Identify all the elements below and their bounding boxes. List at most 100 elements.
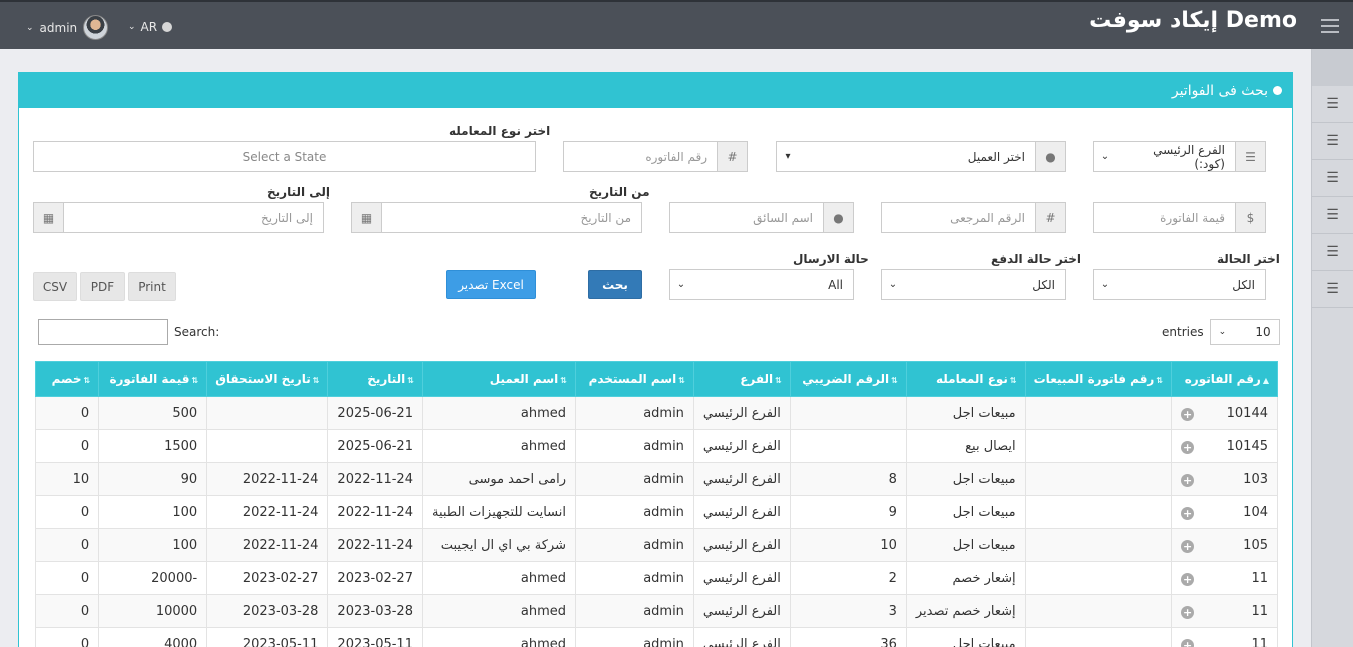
cell-value: ahmed xyxy=(520,438,566,454)
expand-row-icon[interactable]: + xyxy=(1181,605,1195,619)
column-header-label: رقم فاتورة المبيعات xyxy=(1033,372,1155,386)
table-search-input[interactable] xyxy=(38,319,168,345)
table-cell: 2023-03-28 xyxy=(327,594,423,628)
transaction-type-select[interactable]: Select a State xyxy=(33,141,536,172)
table-row[interactable]: 0 100 2022-11-24 2022-11-24 شركة بي اي ال اي… xyxy=(34,528,1278,562)
cell-value: admin xyxy=(643,570,684,586)
table-row[interactable]: 10 90 2022-11-24 2022-11-24 رامى احمد موسى ad… xyxy=(34,462,1278,496)
table-cell: إشعار خصم تصدير xyxy=(905,594,1026,628)
cell-value: admin xyxy=(643,405,684,421)
chevron-down-icon: ⌄ xyxy=(676,279,686,290)
cell-value: 2023-05-11 xyxy=(242,636,319,647)
sidebar-item-3[interactable]: ☰ xyxy=(1312,160,1353,197)
chevron-down-icon: ▾ xyxy=(785,151,791,162)
expand-row-icon[interactable]: + xyxy=(1181,572,1195,586)
reference-number-input[interactable]: الرقم المرجعى # xyxy=(881,202,1066,233)
table-cell: ahmed xyxy=(421,561,577,595)
expand-row-icon[interactable]: + xyxy=(1181,407,1195,421)
table-cell: ahmed xyxy=(421,429,577,463)
payment-status-value: الكل xyxy=(1032,277,1055,292)
table-row[interactable]: 0 20000- 2023-02-27 2023-02-27 ahmed admin الف… xyxy=(34,561,1278,595)
status-select[interactable]: ⌄ الكل xyxy=(1093,269,1266,300)
driver-name-input[interactable]: اسم السائق ● xyxy=(669,202,854,233)
chevron-down-icon: ⌄ xyxy=(26,22,34,33)
table-row[interactable]: 0 4000 2023-05-11 2023-05-11 ahmed admin الفرع… xyxy=(34,627,1278,647)
send-status-label: حالة الارسال xyxy=(793,252,869,266)
expand-row-icon[interactable]: + xyxy=(1181,440,1195,454)
cell-value: 10 xyxy=(880,537,897,553)
table-cell xyxy=(1024,528,1173,562)
print-button[interactable]: Print xyxy=(128,272,176,301)
sidebar-header xyxy=(1312,49,1353,86)
cell-value: مبيعات اجل xyxy=(952,405,1016,421)
column-header[interactable]: نوع المعامله ⇅ xyxy=(905,361,1026,397)
csv-button[interactable]: CSV xyxy=(33,272,77,301)
to-date-input[interactable]: ▦ إلى التاريخ xyxy=(33,202,324,233)
cell-value: إشعار خصم تصدير xyxy=(915,603,1016,619)
language-switcher[interactable]: ⌄ AR xyxy=(128,20,173,34)
cell-value: 9 xyxy=(888,504,897,520)
column-header[interactable]: تاريخ الاستحقاق ⇅ xyxy=(206,361,329,397)
entries-control: entries ⌄ 10 xyxy=(1162,319,1280,345)
cell-value: انسايت للتجهيزات الطبية xyxy=(431,504,566,520)
column-header[interactable]: قيمة الفاتورة ⇅ xyxy=(98,361,208,397)
branch-select[interactable]: ⌄ الفرع الرئيسي (كود:) ☰ xyxy=(1093,141,1266,172)
cell-value: الفرع الرئيسي xyxy=(702,570,781,586)
column-header[interactable]: رقم فاتورة المبيعات ⇅ xyxy=(1024,361,1173,397)
payment-status-select[interactable]: ⌄ الكل xyxy=(881,269,1066,300)
cell-value: الفرع الرئيسي xyxy=(702,504,781,520)
column-header[interactable]: الرقم الضريبي ⇅ xyxy=(789,361,907,397)
hamburger-menu-icon[interactable] xyxy=(1321,19,1339,33)
invoice-number-input[interactable]: رقم الفاتوره # xyxy=(563,141,748,172)
cell-value: 10000 xyxy=(155,603,198,619)
table-row[interactable]: 0 1500 2025-06-21 ahmed admin الفرع الرئيسي اي… xyxy=(34,429,1278,463)
table-row[interactable]: 0 100 2022-11-24 2022-11-24 انسايت للتجهيزات… xyxy=(34,495,1278,529)
cell-value: 100 xyxy=(172,504,198,520)
column-header-label: اسم العميل xyxy=(489,372,559,386)
column-header[interactable]: التاريخ ⇅ xyxy=(327,361,423,397)
cell-value: 2022-11-24 xyxy=(337,537,413,553)
client-select[interactable]: ▾ اختر العميل ● xyxy=(776,141,1066,172)
table-cell: رامى احمد موسى xyxy=(421,462,577,496)
cell-value: 0 xyxy=(80,504,90,520)
cell-value: 11 xyxy=(1251,636,1268,647)
search-button[interactable]: بحث xyxy=(588,270,642,299)
column-header[interactable]: رقم الفاتوره ▲ xyxy=(1171,361,1278,397)
from-date-placeholder: من التاريخ xyxy=(580,210,631,225)
column-header[interactable]: خصم ⇅ xyxy=(34,361,100,397)
sidebar-item-4[interactable]: ☰ xyxy=(1312,197,1353,234)
page-length-select[interactable]: ⌄ 10 xyxy=(1209,319,1280,345)
column-header[interactable]: الفرع ⇅ xyxy=(692,361,791,397)
column-header-label: اسم المستخدم xyxy=(588,372,677,386)
sort-icon: ⇅ xyxy=(678,376,685,385)
table-row[interactable]: 0 500 2025-06-21 ahmed admin الفرع الرئيسي مبي… xyxy=(34,396,1278,430)
sidebar-item-1[interactable]: ☰ xyxy=(1312,86,1353,123)
from-date-input[interactable]: ▦ من التاريخ xyxy=(351,202,642,233)
pdf-button[interactable]: PDF xyxy=(80,272,125,301)
sidebar-item-5[interactable]: ☰ xyxy=(1312,234,1353,271)
send-status-select[interactable]: ⌄ All xyxy=(669,269,854,300)
table-cell: 2022-11-24 xyxy=(327,528,423,562)
cell-value: 2022-11-24 xyxy=(242,471,319,487)
invoice-value-input[interactable]: قيمة الفاتورة $ xyxy=(1093,202,1266,233)
expand-row-icon[interactable]: + xyxy=(1181,539,1195,553)
layers-icon: ☰ xyxy=(1326,244,1339,260)
expand-row-icon[interactable]: + xyxy=(1181,638,1195,647)
table-row[interactable]: 0 10000 2023-03-28 2023-03-28 ahmed admin الفر… xyxy=(34,594,1278,628)
column-header[interactable]: اسم المستخدم ⇅ xyxy=(575,361,694,397)
column-header[interactable]: اسم العميل ⇅ xyxy=(421,361,577,397)
sidebar-item-6[interactable]: ☰ xyxy=(1312,271,1353,308)
cell-value: 3 xyxy=(888,603,897,619)
table-cell: 0 xyxy=(34,495,100,529)
cell-value: admin xyxy=(643,471,684,487)
table-cell: 2023-05-11 xyxy=(327,627,423,647)
expand-row-icon[interactable]: + xyxy=(1181,473,1195,487)
table-cell xyxy=(1024,495,1173,529)
sidebar-item-2[interactable]: ☰ xyxy=(1312,123,1353,160)
cell-value: 10145 xyxy=(1226,438,1268,454)
user-menu[interactable]: ⌄ admin xyxy=(26,15,109,40)
send-status-value: All xyxy=(828,277,843,292)
expand-row-icon[interactable]: + xyxy=(1181,506,1195,520)
export-excel-button[interactable]: تصدير Excel xyxy=(446,270,536,299)
table-cell: الفرع الرئيسي xyxy=(692,396,791,430)
